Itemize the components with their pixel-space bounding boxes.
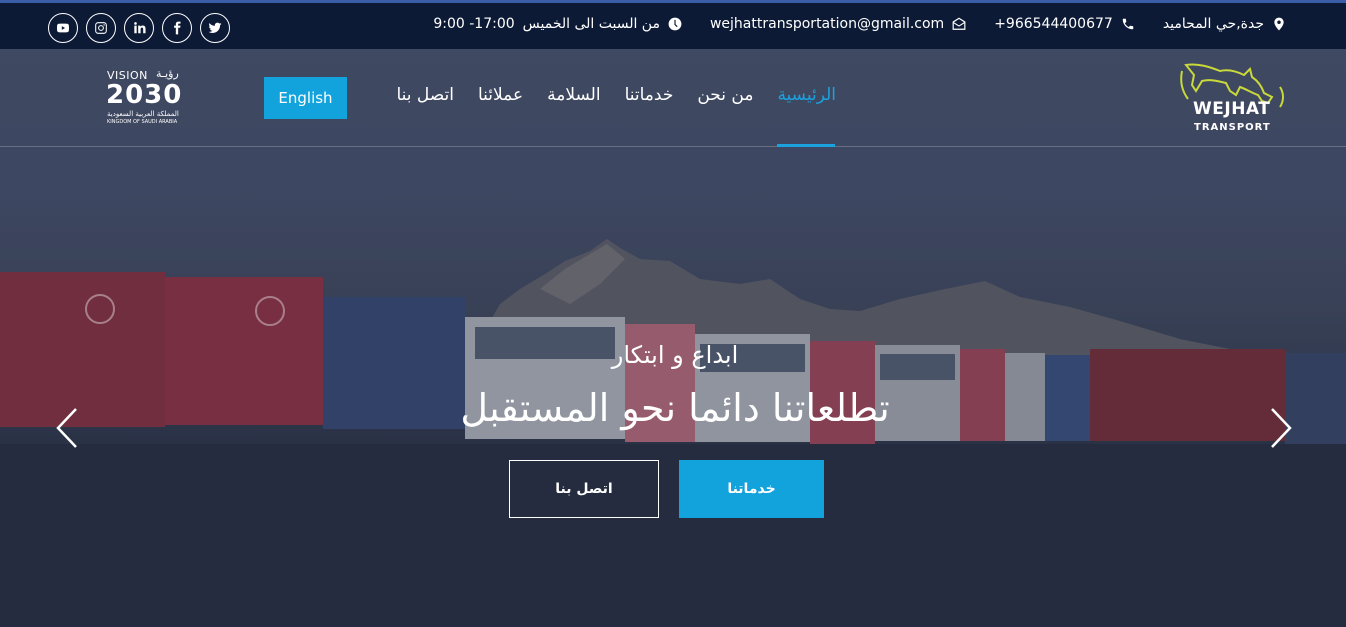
- vision-kingdom-en: KINGDOM OF SAUDI ARABIA: [107, 119, 178, 125]
- slide-subtitle: ابداع و ابتكار: [611, 341, 739, 369]
- phone-item[interactable]: +966544400677: [994, 16, 1135, 32]
- logo-wordmark: WEJHAT: [1193, 99, 1271, 119]
- clock-icon: [668, 17, 682, 31]
- main-nav: الرئيسية من نحن خدماتنا السلامة عملائنا …: [396, 85, 836, 105]
- main-header: WEJHAT TRANSPORT الرئيسية من نحن خدماتنا…: [0, 49, 1346, 147]
- phone-text: +966544400677: [994, 16, 1113, 32]
- contact-button[interactable]: اتصل بنا: [509, 460, 659, 518]
- vision-kingdom-ar: المملكة العربية السعودية: [107, 110, 179, 118]
- slider-next-button[interactable]: [1268, 406, 1294, 450]
- facebook-icon: [174, 21, 181, 35]
- nav-home[interactable]: الرئيسية: [777, 85, 836, 105]
- facebook-link[interactable]: [162, 13, 192, 43]
- nav-about[interactable]: من نحن: [697, 85, 753, 105]
- instagram-icon: [95, 22, 107, 34]
- map-pin-icon: [1274, 17, 1284, 31]
- email-item[interactable]: wejhattransportation@gmail.com: [710, 16, 966, 32]
- vision-label-ar: رؤيـة: [156, 67, 179, 80]
- address-text: جدة,حي المحاميد: [1162, 16, 1264, 32]
- address-item: جدة,حي المحاميد: [1163, 16, 1286, 32]
- nav-services[interactable]: خدماتنا: [625, 85, 674, 105]
- nav-safety[interactable]: السلامة: [547, 85, 600, 105]
- language-switch-button[interactable]: English: [264, 77, 347, 119]
- logo-subtitle: TRANSPORT: [1194, 122, 1271, 133]
- email-text: wejhattransportation@gmail.com: [709, 16, 945, 32]
- nav-clients[interactable]: عملائنا: [478, 85, 523, 105]
- nav-contact[interactable]: اتصل بنا: [396, 85, 454, 105]
- twitter-icon: [208, 22, 222, 34]
- services-button[interactable]: خدماتنا: [679, 460, 824, 518]
- vision-2030-logo: VISION رؤيـة 2030 المملكة العربية السعود…: [104, 67, 194, 127]
- active-nav-indicator: [777, 144, 835, 147]
- phone-icon: [1122, 18, 1134, 30]
- hours-time: 9:00 -17:00: [433, 16, 515, 32]
- hours-days: من السبت الى الخميس: [522, 16, 660, 32]
- hours-item: من السبت الى الخميس 9:00 -17:00: [433, 16, 682, 32]
- youtube-link[interactable]: [48, 13, 78, 43]
- envelope-open-icon: [952, 17, 966, 30]
- slide-title-wrap: تطلعاتنا دائما نحو المستقبل: [0, 386, 1346, 430]
- youtube-icon: [56, 23, 70, 33]
- social-links: [48, 13, 230, 43]
- chevron-right-icon: [1271, 408, 1292, 448]
- linkedin-icon: [134, 22, 146, 34]
- top-bar: جدة,حي المحاميد +966544400677 wejhattran…: [0, 0, 1346, 49]
- wejhat-logo[interactable]: WEJHAT TRANSPORT: [1176, 61, 1288, 137]
- linkedin-link[interactable]: [124, 13, 154, 43]
- hero-slider: WEJHAT TRANSPORT الرئيسية من نحن خدماتنا…: [0, 49, 1346, 627]
- slide-title: تطلعاتنا دائما نحو المستقبل: [460, 386, 890, 430]
- chevron-left-icon: [56, 408, 77, 448]
- instagram-link[interactable]: [86, 13, 116, 43]
- slider-prev-button[interactable]: [54, 406, 80, 450]
- contact-info: جدة,حي المحاميد +966544400677 wejhattran…: [433, 16, 1286, 32]
- twitter-link[interactable]: [200, 13, 230, 43]
- vision-year: 2030: [106, 80, 183, 110]
